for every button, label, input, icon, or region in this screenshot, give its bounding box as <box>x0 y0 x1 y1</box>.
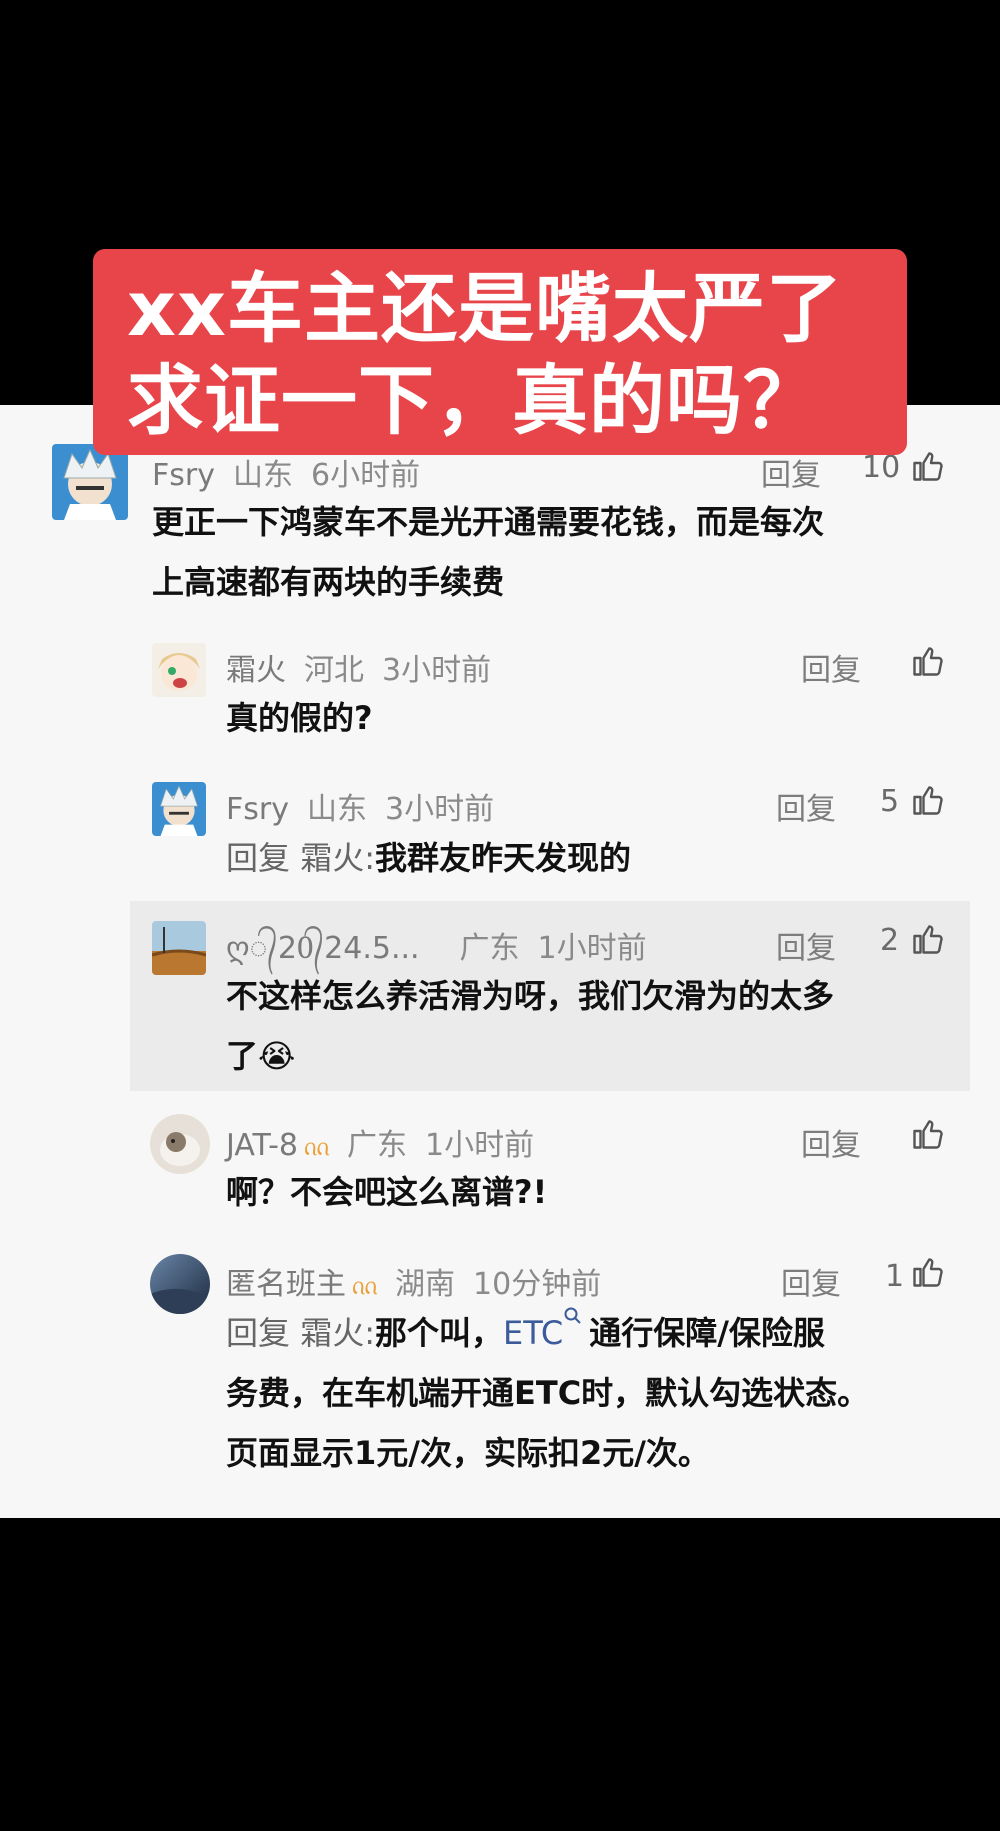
avatar[interactable] <box>150 1114 210 1174</box>
title-banner: xx车主还是嘴太严了 求证一下，真的吗？ <box>93 249 907 455</box>
reply-button[interactable]: 回复 <box>776 784 836 828</box>
username[interactable]: ღ᭄20᭄24.5... <box>226 931 420 966</box>
reply-button[interactable]: 回复 <box>761 450 821 494</box>
search-icon[interactable] <box>563 1306 583 1326</box>
comment-text-line: 真的假的? <box>226 699 373 737</box>
comment-text: 回复 霜火:我群友昨天发现的 <box>226 828 631 888</box>
comment-meta: 匿名班主 ᦶ 湖南 10分钟前 <box>226 1259 619 1303</box>
thumbs-up-icon[interactable] <box>910 448 946 484</box>
comment-text-line: 啊？不会吧这么离谱?! <box>226 1173 548 1211</box>
timestamp: 6小时前 <box>310 458 421 493</box>
location: 山东 <box>306 792 367 827</box>
comment-text-line: 更正一下鸿蒙车不是光开通需要花钱，而是每次 <box>152 503 825 541</box>
comment-text: 回复 霜火:那个叫，ETC 通行保障/保险服 务费，在车机端开通ETC时，默认勾选… <box>226 1303 869 1483</box>
username[interactable]: Fsry <box>152 458 215 493</box>
thumbs-up-icon[interactable] <box>910 1254 946 1290</box>
comment-text-line: 不这样怎么养活滑为呀，我们欠滑为的太多 <box>226 977 835 1015</box>
banner-line-1: xx车主还是嘴太严了 <box>127 264 844 353</box>
reply-to-user[interactable]: 霜火: <box>300 839 375 877</box>
location: 广东 <box>459 931 520 966</box>
reply-button[interactable]: 回复 <box>776 923 836 967</box>
timestamp: 10分钟前 <box>473 1267 602 1302</box>
reply-prefix: 回复 <box>226 839 301 877</box>
comment-meta: JAT-8 ᦶ 广东 1小时前 <box>226 1120 552 1164</box>
comment-meta: Fsry 山东 6小时前 <box>152 450 438 494</box>
username[interactable]: 霜火 <box>226 653 286 688</box>
avatar[interactable] <box>152 782 206 836</box>
location: 湖南 <box>395 1267 456 1302</box>
reply-prefix: 回复 <box>226 1314 301 1352</box>
username[interactable]: JAT-8 <box>226 1128 298 1163</box>
comment-meta: 霜火 河北 3小时前 <box>226 645 509 689</box>
reply-to-user[interactable]: 霜火: <box>300 1314 375 1352</box>
reply-button[interactable]: 回复 <box>801 645 861 689</box>
comment-text-line: 我群友昨天发现的 <box>374 839 631 877</box>
comment-text-line: 务费，在车机端开通ETC时，默认勾选状态。 <box>226 1374 870 1412</box>
like-count: 2 <box>880 923 900 958</box>
location: 山东 <box>232 458 293 493</box>
timestamp: 3小时前 <box>382 653 492 688</box>
comment-text-part: 那个叫， <box>374 1314 503 1352</box>
badge-icon: ᦶ <box>304 1132 330 1162</box>
comment-text-line: 页面显示1元/次，实际扣2元/次。 <box>226 1434 710 1472</box>
comment-text: 不这样怎么养活滑为呀，我们欠滑为的太多 了😭 <box>226 966 834 1086</box>
comment-meta: Fsry 山东 3小时前 <box>226 784 512 828</box>
comment-text-line: 了😭 <box>226 1037 296 1075</box>
timestamp: 1小时前 <box>537 931 647 966</box>
thumbs-up-icon[interactable] <box>910 782 946 818</box>
comment-text: 真的假的? <box>226 688 373 748</box>
like-count: 5 <box>880 784 900 819</box>
badge-icon: ᦶ <box>352 1271 378 1301</box>
banner-line-2: 求证一下，真的吗？ <box>127 356 820 445</box>
like-count: 10 <box>862 450 901 485</box>
username[interactable]: 匿名班主 <box>226 1267 346 1302</box>
like-count: 1 <box>885 1259 905 1294</box>
timestamp: 3小时前 <box>384 792 495 827</box>
avatar[interactable] <box>152 643 206 697</box>
avatar[interactable] <box>52 444 128 520</box>
avatar[interactable] <box>150 1254 210 1314</box>
comment-text-part: 通行保障/保险服 <box>589 1314 825 1352</box>
avatar[interactable] <box>152 921 206 975</box>
location: 河北 <box>304 653 364 688</box>
comment-text-line: 回复 霜火:那个叫，ETC 通行保障/保险服 <box>226 1303 869 1363</box>
location: 广东 <box>347 1128 408 1163</box>
etc-search-link[interactable]: ETC <box>503 1314 563 1352</box>
comment-text: 更正一下鸿蒙车不是光开通需要花钱，而是每次 上高速都有两块的手续费 <box>152 492 824 612</box>
timestamp: 1小时前 <box>425 1128 535 1163</box>
reply-button[interactable]: 回复 <box>801 1120 861 1164</box>
username[interactable]: Fsry <box>226 792 289 827</box>
comment-text: 啊？不会吧这么离谱?! <box>226 1162 547 1222</box>
comment-text-line: 上高速都有两块的手续费 <box>152 563 505 601</box>
thumbs-up-icon[interactable] <box>910 643 946 679</box>
thumbs-up-icon[interactable] <box>910 921 946 957</box>
thumbs-up-icon[interactable] <box>910 1116 946 1152</box>
reply-button[interactable]: 回复 <box>781 1259 841 1303</box>
